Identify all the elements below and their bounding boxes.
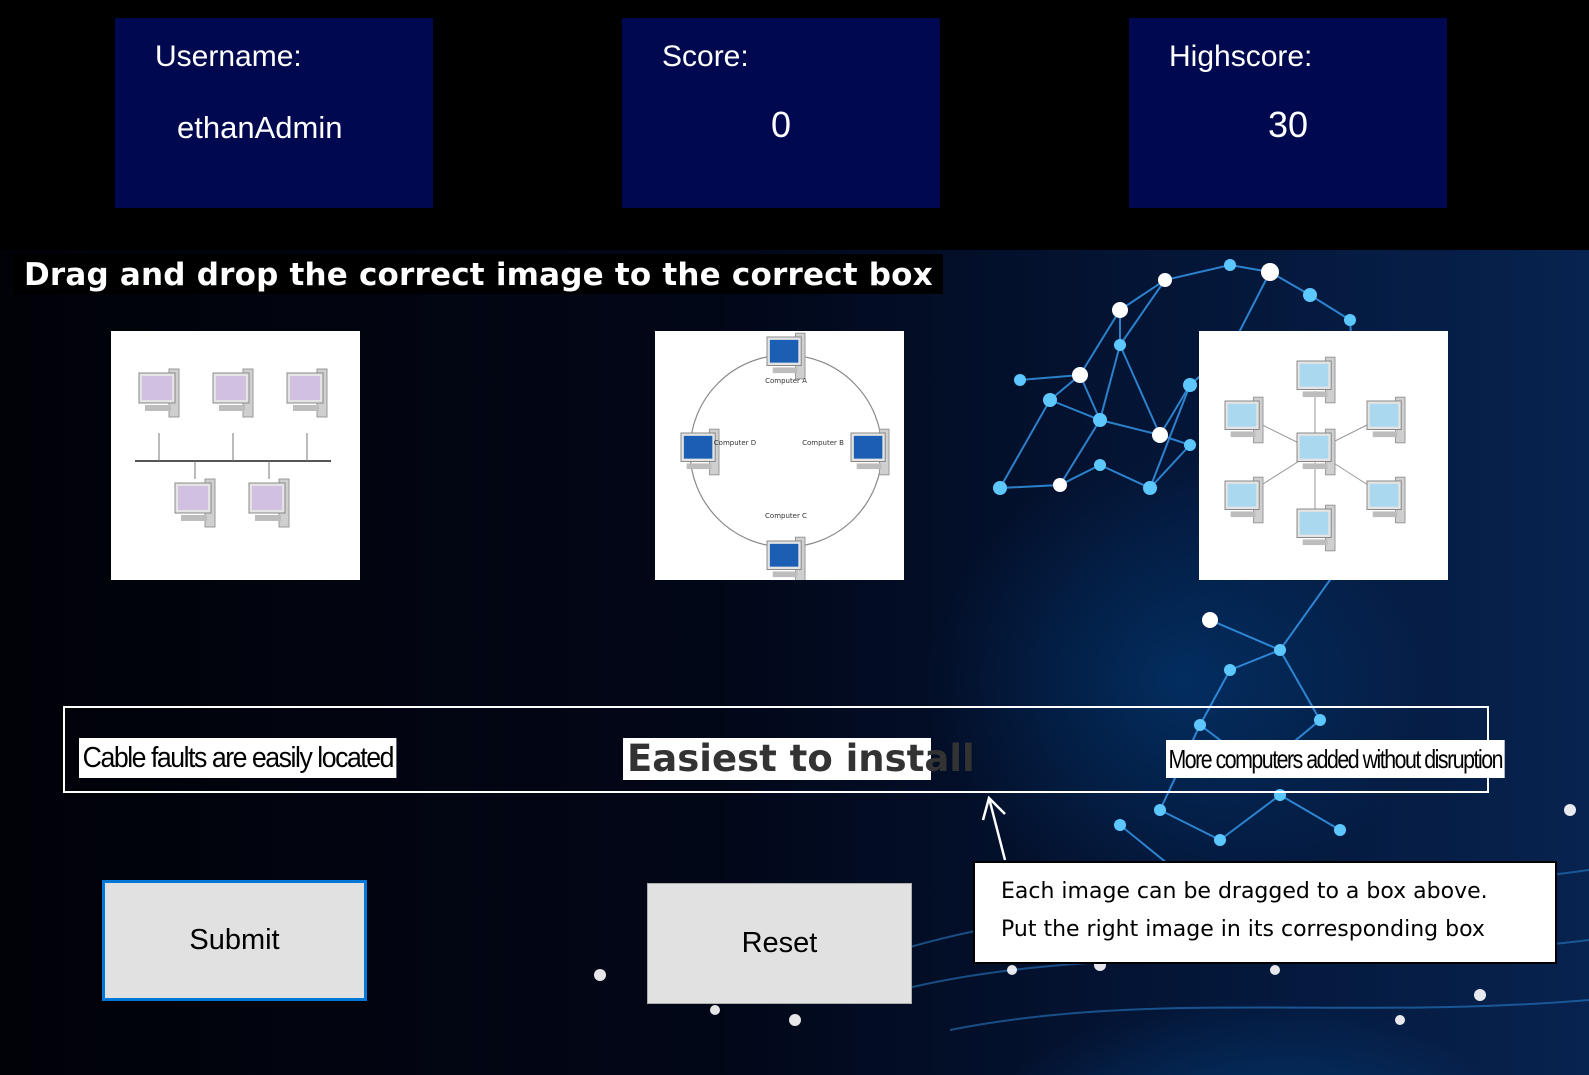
drop-box-more-computers[interactable]: More computers added without disruption (1166, 740, 1505, 778)
star-computer-6 (1224, 476, 1264, 524)
bus-computer-2 (212, 368, 254, 418)
star-computer-7 (1366, 476, 1406, 524)
drop-box-easiest-install[interactable]: Easiest to install (623, 738, 975, 780)
reset-button[interactable]: Reset (647, 883, 912, 1004)
bus-computer-1 (138, 368, 180, 418)
drop-box-cable-faults[interactable]: Cable faults are easily located (79, 738, 397, 778)
ring-computer-3 (766, 536, 806, 580)
star-computer-2 (1296, 428, 1336, 476)
ring-computer-4 (680, 428, 720, 476)
username-label: Username: (155, 40, 302, 73)
ring-computer-2 (850, 428, 890, 476)
score-label: Score: (662, 40, 749, 73)
submit-button[interactable]: Submit (102, 880, 367, 1001)
ring-topology-image[interactable]: Computer A Computer B Computer C Compute… (655, 331, 904, 580)
highscore-label: Highscore: (1169, 40, 1313, 73)
ring-node-label-c: Computer C (765, 512, 807, 520)
bus-topology-image[interactable] (111, 331, 360, 580)
star-computer-5 (1366, 396, 1406, 444)
username-panel: Username: ethanAdmin (115, 18, 433, 208)
star-computer-3 (1296, 504, 1336, 552)
score-value: 0 (770, 104, 792, 145)
star-computer-1 (1296, 356, 1336, 404)
tooltip-line-2: Put the right image in its corresponding… (1001, 917, 1485, 942)
username-value: ethanAdmin (177, 110, 343, 145)
instruction-text: Drag and drop the correct image to the c… (14, 254, 943, 294)
ring-node-label-a: Computer A (765, 377, 807, 385)
help-tooltip: Each image can be dragged to a box above… (973, 861, 1557, 964)
ring-computer-1 (766, 332, 806, 380)
highscore-value: 30 (1267, 104, 1309, 145)
tooltip-line-1: Each image can be dragged to a box above… (1001, 879, 1488, 904)
ring-node-label-d: Computer D (714, 439, 756, 447)
ring-node-label-b: Computer B (802, 439, 844, 447)
star-topology-diagram (1224, 356, 1406, 552)
score-panel: Score: 0 (622, 18, 940, 208)
tooltip-pointer-arrow (981, 795, 1007, 861)
bus-computer-3 (286, 368, 328, 418)
bus-computer-4 (174, 478, 216, 528)
ring-topology-diagram: Computer A Computer B Computer C Compute… (680, 332, 890, 580)
bus-computer-5 (248, 478, 290, 528)
bus-topology-diagram (135, 368, 331, 528)
star-computer-4 (1224, 396, 1264, 444)
star-topology-image[interactable] (1199, 331, 1448, 580)
highscore-panel: Highscore: 30 (1129, 18, 1447, 208)
